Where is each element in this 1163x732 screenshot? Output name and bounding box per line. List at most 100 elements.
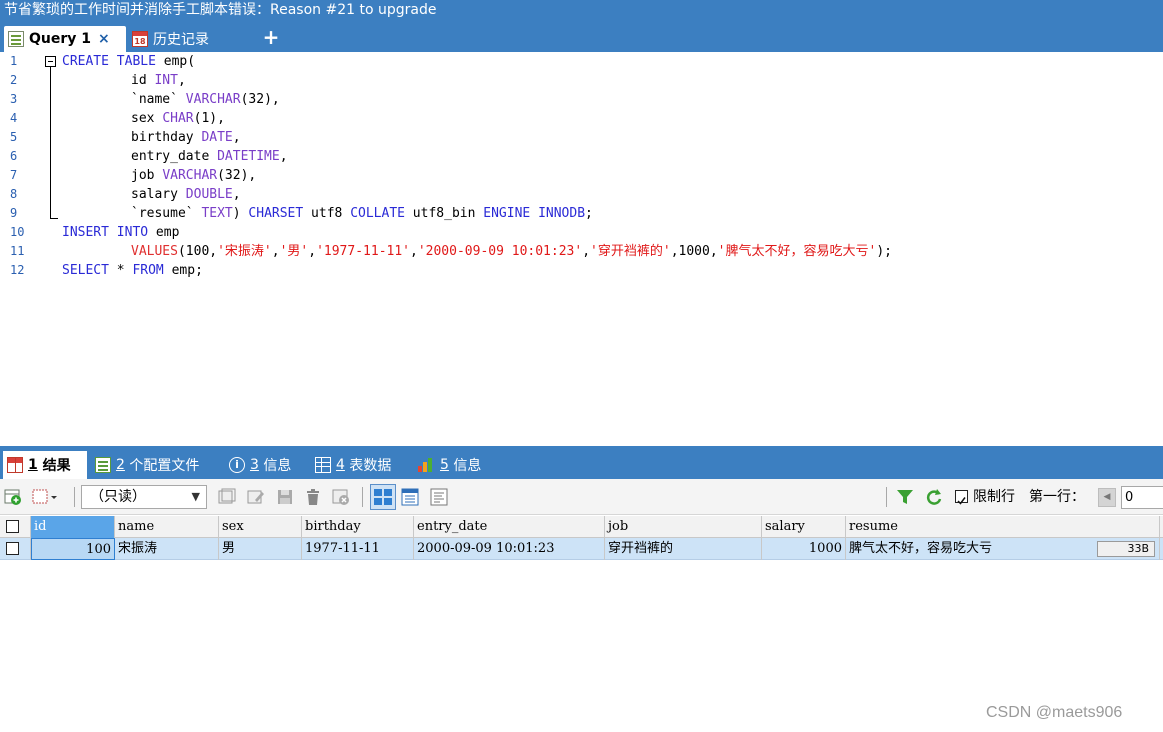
tab-history-label: 历史记录 [153, 32, 209, 48]
cell-salary[interactable]: 1000 [762, 538, 846, 560]
tab-profiles-label: 个配置文件 [129, 458, 200, 474]
tab-table-data[interactable]: 4 表数据 [315, 451, 391, 479]
tab-profiles[interactable]: 2 个配置文件 [95, 451, 199, 479]
first-row-label: 第一行： [1029, 489, 1085, 505]
tab-messages-label: 信息 [263, 458, 292, 474]
blob-size-badge[interactable]: 33B [1097, 541, 1155, 557]
tab-result-label: 结果 [42, 458, 71, 474]
tab-query-label: Query 1 [29, 31, 92, 47]
line-number: 7 [10, 168, 18, 182]
readonly-select[interactable]: （只读） ▼ [81, 485, 207, 509]
column-header-birthday[interactable]: birthday [302, 516, 414, 538]
line-number: 2 [10, 73, 18, 87]
code-line: `resume` TEXT) CHARSET utf8 COLLATE utf8… [131, 206, 593, 221]
fold-guide [50, 67, 51, 218]
window-title: 节省繁琐的工作时间并消除手工脚本错误：Reason #21 to upgrade [0, 0, 1163, 23]
column-header-name[interactable]: name [115, 516, 219, 538]
table-icon [315, 457, 331, 473]
limit-rows-checkbox[interactable] [955, 490, 968, 505]
result-toolbar: （只读） ▼ 限制行 第一行： ◀ 0 [0, 479, 1163, 515]
line-number: 8 [10, 187, 18, 201]
column-header-id[interactable]: id [31, 516, 115, 538]
column-header-resume[interactable]: resume [846, 516, 1160, 538]
fold-guide-end [50, 218, 58, 219]
tab-table-data-num: 4 [336, 457, 345, 473]
line-number: 11 [10, 244, 25, 258]
filter-icon[interactable] [896, 488, 914, 506]
code-line: SELECT * FROM emp; [62, 263, 203, 278]
editor-tab-bar: Query 1 × 18 历史记录 [0, 23, 1163, 52]
tab-query-1[interactable]: Query 1 × [4, 26, 126, 52]
text-view-icon[interactable] [430, 488, 448, 506]
row-checkbox[interactable] [6, 542, 19, 555]
column-header-sex[interactable]: sex [219, 516, 302, 538]
form-view-icon[interactable] [401, 488, 419, 506]
bar-chart-icon [417, 457, 435, 473]
readonly-select-value: （只读） [90, 489, 146, 505]
toolbar-separator [362, 487, 363, 507]
code-line: sex CHAR(1), [131, 111, 225, 126]
cell-resume[interactable]: 脾气太不好，容易吃大亏 33B [846, 538, 1160, 560]
cell-job[interactable]: 穿开裆裤的 [605, 538, 762, 560]
code-line: birthday DATE, [131, 130, 241, 145]
tab-history[interactable]: 18 历史记录 [128, 26, 209, 52]
duplicate-row-icon[interactable] [218, 488, 236, 506]
calendar-icon: 18 [132, 31, 148, 47]
tab-info-label: 信息 [453, 458, 482, 474]
tab-messages[interactable]: i 3 信息 [229, 451, 291, 479]
column-header-salary[interactable]: salary [762, 516, 846, 538]
tab-result-num: 1 [28, 457, 38, 473]
tab-info-num: 5 [440, 457, 449, 473]
cell-id[interactable]: 100 [31, 538, 115, 560]
delete-icon[interactable] [304, 488, 322, 506]
sql-editor[interactable]: 1 2 3 4 5 6 7 8 9 10 11 12 CREATE TABLE … [0, 52, 1163, 446]
grid-header-row: id name sex birthday entry_date job sala… [0, 516, 1163, 538]
close-tab-icon[interactable]: × [98, 31, 110, 47]
cell-entry-date[interactable]: 2000-09-09 10:01:23 [414, 538, 605, 560]
code-line: INSERT INTO emp [62, 225, 180, 240]
cell-birthday[interactable]: 1977-11-11 [302, 538, 414, 560]
export-menu-icon[interactable] [32, 488, 58, 506]
save-icon[interactable] [276, 488, 294, 506]
code-line: VALUES(100,'宋振涛','男','1977-11-11','2000-… [131, 244, 892, 259]
column-header-entry-date[interactable]: entry_date [414, 516, 605, 538]
tab-result[interactable]: 1 结果 [3, 451, 87, 479]
grid-view-icon[interactable] [370, 484, 396, 510]
tab-info[interactable]: 5 信息 [417, 451, 481, 479]
cancel-changes-icon[interactable] [332, 488, 350, 506]
select-all-cell[interactable] [0, 516, 31, 538]
edit-row-icon[interactable] [247, 488, 265, 506]
code-line: id INT, [131, 73, 186, 88]
refresh-icon[interactable] [925, 488, 943, 506]
code-line: CREATE TABLE emp( [62, 54, 196, 69]
row-select-cell[interactable] [0, 538, 31, 560]
line-number: 1 [10, 54, 18, 68]
profile-doc-icon [95, 457, 111, 473]
fold-toggle-icon[interactable] [45, 56, 56, 67]
tab-profiles-num: 2 [116, 457, 125, 473]
add-tab-button[interactable]: + [262, 26, 280, 48]
check-icon [957, 497, 966, 505]
code-line: job VARCHAR(32), [131, 168, 257, 183]
result-tab-bar: 1 结果 2 个配置文件 i 3 信息 4 表数据 5 信息 [0, 446, 1163, 479]
previous-page-button[interactable]: ◀ [1098, 488, 1116, 507]
info-icon: i [229, 457, 245, 473]
cell-name[interactable]: 宋振涛 [115, 538, 219, 560]
query-doc-icon [8, 31, 24, 47]
line-number: 9 [10, 206, 18, 220]
column-header-job[interactable]: job [605, 516, 762, 538]
limit-rows-label[interactable]: 限制行 [973, 488, 1015, 506]
cell-sex[interactable]: 男 [219, 538, 302, 560]
table-row[interactable]: 100 宋振涛 男 1977-11-11 2000-09-09 10:01:23… [0, 538, 1163, 560]
toolbar-separator [74, 487, 75, 507]
toolbar-separator [886, 487, 887, 507]
line-number: 3 [10, 92, 18, 106]
tab-table-data-label: 表数据 [349, 458, 392, 474]
select-all-checkbox[interactable] [6, 520, 19, 533]
cell-resume-text: 脾气太不好，容易吃大亏 [849, 541, 993, 556]
line-number: 6 [10, 149, 18, 163]
watermark: CSDN @maets906 [986, 704, 1123, 721]
first-row-input[interactable]: 0 [1121, 486, 1163, 509]
code-line: entry_date DATETIME, [131, 149, 288, 164]
add-row-icon[interactable] [4, 488, 22, 506]
